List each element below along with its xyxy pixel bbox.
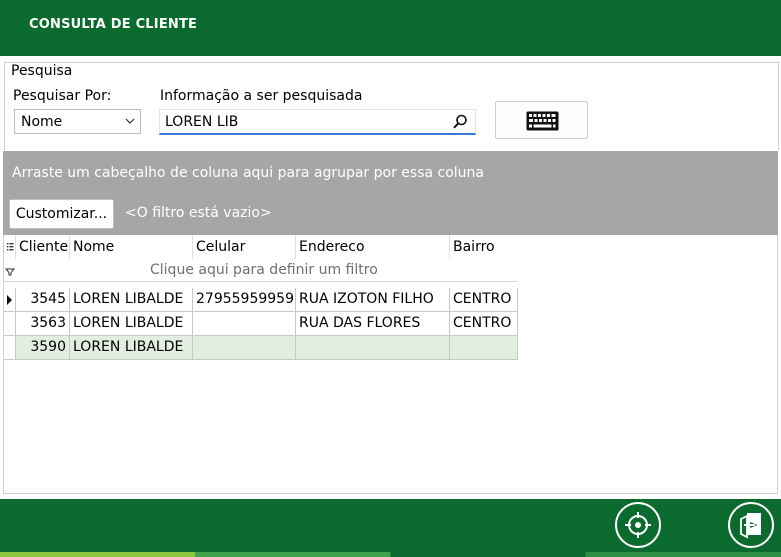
virtual-keyboard-button[interactable] (495, 101, 588, 139)
search-info-label: Informação a ser pesquisada (160, 88, 363, 104)
filter-status: <O filtro está vazio> (125, 205, 272, 221)
column-chooser-handle[interactable] (4, 235, 16, 259)
exit-door-icon (740, 513, 761, 539)
search-by-label: Pesquisar Por: (13, 88, 112, 104)
cell-nome[interactable]: LOREN LIBALDE (70, 288, 193, 312)
cell-endereco[interactable]: RUA DAS FLORES (296, 312, 450, 336)
window-title: CONSULTA DE CLIENTE (29, 17, 198, 32)
footer-bar (0, 499, 781, 552)
locate-button[interactable] (615, 502, 661, 548)
cell-bairro[interactable]: CENTRO (450, 288, 518, 312)
column-chooser-icon (7, 243, 14, 251)
exit-button[interactable] (728, 502, 774, 548)
column-header-cliente[interactable]: Cliente (16, 235, 70, 259)
search-input-value: LOREN LIB (165, 114, 239, 130)
results-grid: Cliente Nome Celular Endereco Bairro Cli… (3, 235, 778, 494)
footer-color-strip (0, 552, 781, 557)
cell-nome[interactable]: LOREN LIBALDE (70, 336, 193, 360)
column-header-nome[interactable]: Nome (70, 235, 193, 259)
cell-cliente[interactable]: 3590 (16, 336, 70, 360)
column-header-endereco[interactable]: Endereco (296, 235, 450, 259)
current-row-arrow-icon (7, 295, 12, 305)
cell-bairro[interactable] (450, 336, 518, 360)
row-indicator (4, 288, 16, 312)
column-header-bairro[interactable]: Bairro (450, 235, 518, 259)
customize-button[interactable]: Customizar... (9, 199, 114, 229)
search-group: Pesquisa Pesquisar Por: Informação a ser… (4, 62, 779, 150)
cell-cliente[interactable]: 3545 (16, 288, 70, 312)
search-by-select[interactable]: Nome (14, 109, 141, 134)
group-by-hint: Arraste um cabeçalho de coluna aqui para… (12, 165, 485, 181)
cell-celular[interactable]: 27955959959 (193, 288, 296, 312)
table-row[interactable]: 3545 LOREN LIBALDE 27955959959 RUA IZOTO… (4, 288, 518, 312)
search-by-value: Nome (21, 114, 63, 130)
table-row[interactable]: 3563 LOREN LIBALDE RUA DAS FLORES CENTRO (4, 312, 518, 336)
cell-bairro[interactable]: CENTRO (450, 312, 518, 336)
cell-nome[interactable]: LOREN LIBALDE (70, 312, 193, 336)
crosshair-icon (625, 512, 651, 538)
column-header-celular[interactable]: Celular (193, 235, 296, 259)
cell-celular[interactable] (193, 336, 296, 360)
cell-cliente[interactable]: 3563 (16, 312, 70, 336)
group-by-panel[interactable]: Arraste um cabeçalho de coluna aqui para… (3, 151, 778, 235)
chevron-down-icon (125, 118, 135, 124)
cell-celular[interactable] (193, 312, 296, 336)
auto-filter-row[interactable]: Clique aqui para definir um filtro (4, 259, 518, 282)
search-group-label: Pesquisa (10, 63, 74, 79)
search-input[interactable]: LOREN LIB (159, 109, 476, 135)
cell-endereco[interactable]: RUA IZOTON FILHO (296, 288, 450, 312)
search-icon[interactable] (451, 113, 469, 131)
row-indicator (4, 336, 16, 360)
title-bar: CONSULTA DE CLIENTE (0, 0, 781, 56)
filter-row-hint: Clique aqui para definir um filtro (150, 262, 378, 278)
keyboard-icon (526, 111, 559, 131)
table-row[interactable]: 3590 LOREN LIBALDE (4, 336, 518, 360)
cell-endereco[interactable] (296, 336, 450, 360)
row-indicator (4, 312, 16, 336)
